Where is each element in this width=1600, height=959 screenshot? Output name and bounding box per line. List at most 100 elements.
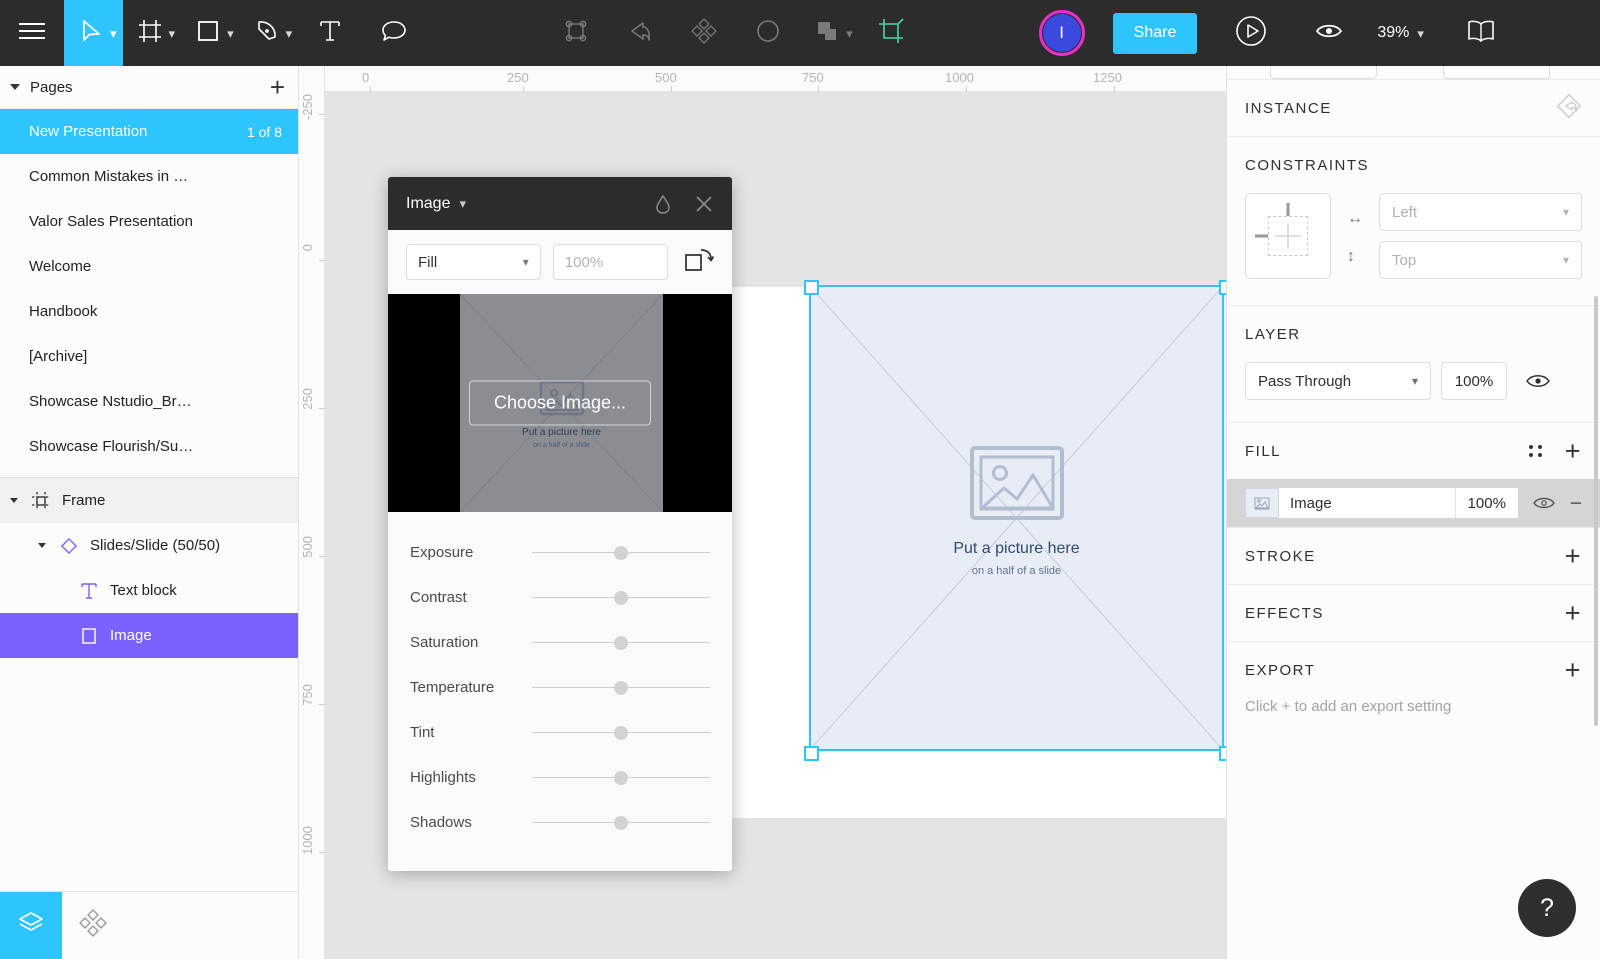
shape-tool[interactable]: ▾ [181,0,240,66]
fill-item-image[interactable]: Image 100% − [1227,479,1600,527]
page-item-handbook[interactable]: Handbook [0,289,298,334]
scale-input[interactable]: 100% [553,244,668,280]
page-item-new-presentation[interactable]: New Presentation 1 of 8 [0,109,298,154]
image-placeholder[interactable]: Put a picture here on a half of a slide [809,285,1224,751]
constraints-widget[interactable] [1245,193,1331,279]
boolean-tool[interactable]: ▾ [800,0,859,66]
pages-header[interactable]: Pages + [0,66,298,109]
move-tool-caret[interactable]: ▾ [110,27,117,40]
choose-image-button[interactable]: Choose Image... [469,381,651,426]
layer-item-slides-slide[interactable]: Slides/Slide (50/50) [0,523,298,568]
page-item-welcome[interactable]: Welcome [0,244,298,289]
slider-knob[interactable] [614,591,628,605]
slider-highlights[interactable]: Highlights [388,755,732,800]
image-thumb-icon[interactable] [1245,488,1279,518]
layer-opacity-input[interactable]: 100% [1441,362,1507,400]
add-stroke-button[interactable]: + [1565,543,1582,570]
assets-tab[interactable] [62,892,124,959]
layers-tab[interactable] [0,892,62,959]
present-button[interactable] [1219,0,1283,66]
page-item-valor-sales[interactable]: Valor Sales Presentation [0,199,298,244]
cutoff-field-2[interactable] [1443,66,1550,79]
move-tool[interactable]: ▾ [64,0,123,66]
chevron-down-icon[interactable]: ▾ [459,196,466,212]
slider-temperature[interactable]: Temperature [388,665,732,710]
slider-track[interactable] [532,636,710,650]
fill-type-value[interactable]: Image [1279,488,1456,518]
swap-instance-icon[interactable] [1556,93,1582,123]
slider-knob[interactable] [614,771,628,785]
help-button[interactable]: ? [1518,879,1576,937]
resize-handle-br[interactable] [1219,746,1226,761]
slider-track[interactable] [532,591,710,605]
cutoff-field-1[interactable] [1270,66,1377,79]
droplet-icon[interactable] [654,194,672,214]
mask-tool[interactable] [608,0,672,66]
crop-tool[interactable] [859,0,923,66]
add-fill-button[interactable]: + [1565,438,1582,465]
layer-item-frame[interactable]: Frame [0,478,298,523]
page-item-showcase-flourish[interactable]: Showcase Flourish/Su… [0,424,298,469]
add-effect-button[interactable]: + [1565,600,1582,627]
image-preview[interactable]: Put a picture here on a half of a slide … [388,294,732,512]
fill-visibility-toggle[interactable] [1518,495,1570,511]
slider-tint[interactable]: Tint [388,710,732,755]
four-dots-icon[interactable] [1529,445,1543,457]
slider-knob[interactable] [614,816,628,830]
slider-track[interactable] [532,681,710,695]
slider-track[interactable] [532,771,710,785]
frame-tool[interactable]: ▾ [123,0,182,66]
slider-track[interactable] [532,546,710,560]
image-edit-dialog[interactable]: Image ▾ Fill ▾ 100% [388,177,732,871]
layer-visibility-toggle[interactable] [1517,372,1551,390]
rotate-icon[interactable] [684,247,714,278]
page-item-showcase-nstudio[interactable]: Showcase Nstudio_Br… [0,379,298,424]
close-icon[interactable] [694,194,714,214]
components-grid[interactable] [672,0,736,66]
component-tool[interactable] [544,0,608,66]
horizontal-constraint-select[interactable]: Left ▾ [1379,193,1582,231]
fill-opacity-value[interactable]: 100% [1456,488,1518,518]
vertical-ruler[interactable]: -250 0 250 500 750 1000 [299,66,325,959]
right-panel-scrollbar[interactable] [1594,296,1598,726]
pen-tool[interactable]: ▾ [240,0,299,66]
horizontal-ruler[interactable]: 0 250 500 750 1000 1250 [299,66,1226,92]
page-item-archive[interactable]: [Archive] [0,334,298,379]
slider-shadows[interactable]: Shadows [388,800,732,845]
library-button[interactable] [1456,0,1506,66]
boolean-tool-caret[interactable]: ▾ [846,27,853,40]
avatar[interactable]: I [1039,10,1085,56]
slider-contrast[interactable]: Contrast [388,575,732,620]
slider-exposure[interactable]: Exposure [388,530,732,575]
frame-tool-caret[interactable]: ▾ [169,27,176,40]
blend-mode-select[interactable]: Pass Through ▾ [1245,362,1431,400]
resize-handle-tr[interactable] [1219,280,1226,295]
vertical-constraint-select[interactable]: Top ▾ [1379,241,1582,279]
slider-knob[interactable] [614,681,628,695]
fit-mode-select[interactable]: Fill ▾ [406,244,541,280]
main-menu-button[interactable] [0,0,64,66]
shape-tool-caret[interactable]: ▾ [227,27,234,40]
slider-track[interactable] [532,726,710,740]
chevron-down-icon[interactable] [10,498,18,503]
text-tool[interactable] [298,0,362,66]
contrast-tool[interactable] [736,0,800,66]
slider-knob[interactable] [614,636,628,650]
add-page-button[interactable]: + [270,74,285,100]
comment-tool[interactable] [362,0,426,66]
slider-knob[interactable] [614,546,628,560]
add-export-button[interactable]: + [1565,657,1582,684]
view-toggle-button[interactable] [1297,0,1361,66]
layer-item-text-block[interactable]: Text block [0,568,298,613]
dialog-header[interactable]: Image ▾ [388,177,732,230]
chevron-down-icon[interactable] [38,543,46,548]
slider-knob[interactable] [614,726,628,740]
pen-tool-caret[interactable]: ▾ [286,27,293,40]
remove-fill-button[interactable]: − [1570,493,1582,514]
resize-handle-bl[interactable] [804,746,819,761]
slider-track[interactable] [532,816,710,830]
zoom-control[interactable]: 39% ▾ [1371,24,1430,42]
share-button[interactable]: Share [1113,13,1198,54]
layer-item-image[interactable]: Image [0,613,298,658]
slider-saturation[interactable]: Saturation [388,620,732,665]
